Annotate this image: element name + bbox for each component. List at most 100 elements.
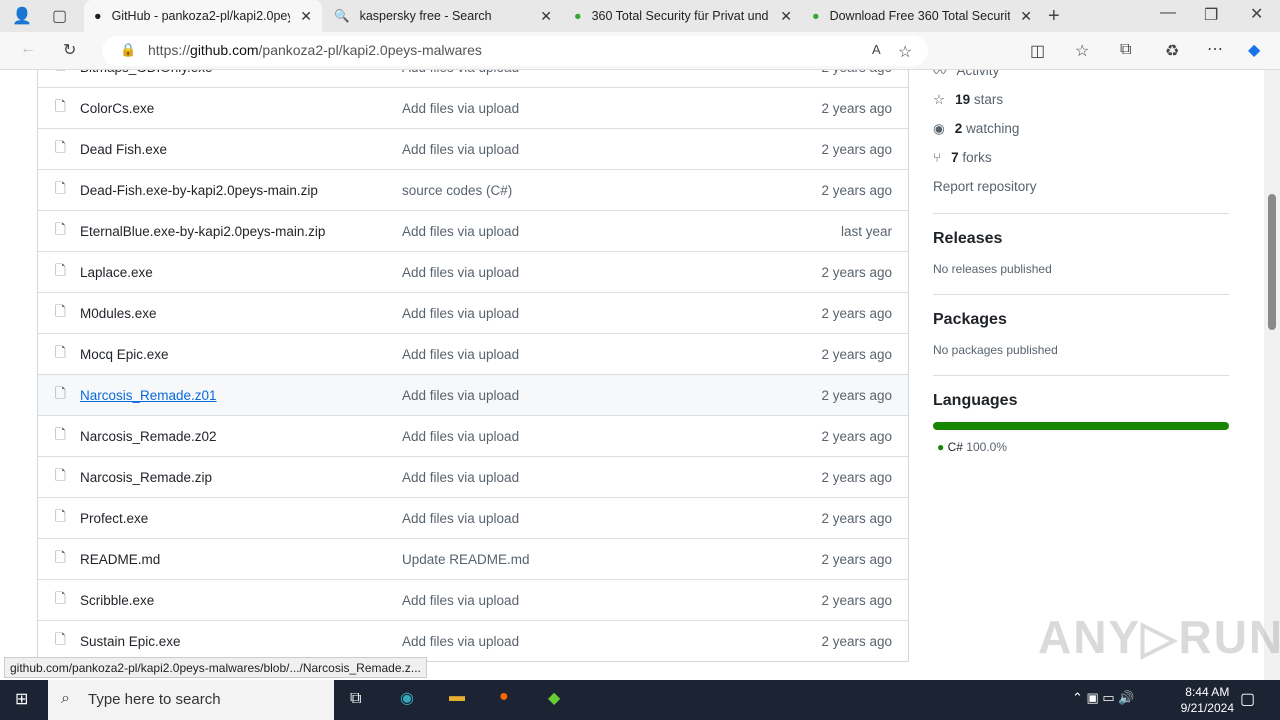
repo-sidebar: 〰 Activity ☆ 19 stars ◉ 2 watching ⑂ 7 forks… bbox=[933, 70, 1229, 454]
table-row[interactable]: 🗋 Profect.exe Add files via upload 2 years … bbox=[38, 497, 908, 538]
activity-link[interactable]: 〰 Activity bbox=[933, 70, 1229, 85]
table-row[interactable]: 🗋 M0dules.exe Add files via upload 2 years … bbox=[38, 292, 908, 333]
table-row[interactable]: 🗋 README.md Update README.md 2 years ago bbox=[38, 538, 908, 579]
commit-age: 2 years ago bbox=[821, 141, 892, 157]
language-item[interactable]: ● C# 100.0% bbox=[933, 440, 1229, 454]
commit-message-link[interactable]: Add files via upload bbox=[402, 429, 821, 444]
table-row[interactable]: 🗋 ColorCs.exe Add files via upload 2 years … bbox=[38, 87, 908, 128]
file-name-link[interactable]: README.md bbox=[80, 552, 402, 567]
table-row[interactable]: 🗋 Laplace.exe Add files via upload 2 years … bbox=[38, 251, 908, 292]
refresh-icon[interactable]: ↻ bbox=[63, 40, 76, 60]
file-explorer-icon[interactable]: ▬ bbox=[449, 688, 465, 706]
commit-message-link[interactable]: Add files via upload bbox=[402, 70, 821, 75]
file-name-link[interactable]: Profect.exe bbox=[80, 511, 402, 526]
firefox-icon[interactable]: ● bbox=[499, 688, 509, 706]
commit-message-link[interactable]: Add files via upload bbox=[402, 511, 821, 526]
favorites-icon[interactable]: ☆ bbox=[1075, 41, 1089, 61]
commit-message-link[interactable]: Update README.md bbox=[402, 552, 821, 567]
file-name-link[interactable]: Dead-Fish.exe-by-kapi2.0peys-main.zip bbox=[80, 183, 402, 198]
file-icon: 🗋 bbox=[55, 467, 66, 483]
table-row[interactable]: 🗋 Narcosis_Remade.zip Add files via upload… bbox=[38, 456, 908, 497]
tab-360-download[interactable]: ● Download Free 360 Total Security ✕ bbox=[802, 0, 1042, 32]
taskbar-search[interactable]: ⌕ Type here to search bbox=[48, 680, 334, 720]
commit-message-link[interactable]: source codes (C#) bbox=[402, 183, 821, 198]
file-name-link[interactable]: Dead Fish.exe bbox=[80, 142, 402, 157]
table-row[interactable]: 🗋 Sustain Epic.exe Add files via upload 2 y… bbox=[38, 620, 908, 661]
table-row[interactable]: 🗋 Scribble.exe Add files via upload 2 years… bbox=[38, 579, 908, 620]
file-name-link[interactable]: M0dules.exe bbox=[80, 306, 402, 321]
packages-heading[interactable]: Packages bbox=[933, 311, 1229, 329]
tab-actions-icon[interactable]: ▢ bbox=[52, 6, 67, 26]
file-name-link[interactable]: Sustain Epic.exe bbox=[80, 634, 402, 649]
collections-icon[interactable]: ⧉ bbox=[1120, 41, 1131, 59]
table-row[interactable]: 🗋 Dead-Fish.exe-by-kapi2.0peys-main.zip so… bbox=[38, 169, 908, 210]
commit-message-link[interactable]: Add files via upload bbox=[402, 634, 821, 649]
back-icon[interactable]: ← bbox=[20, 40, 36, 58]
copilot-icon[interactable]: ◆ bbox=[1248, 40, 1260, 60]
table-row[interactable]: 🗋 Narcosis_Remade.z01 Add files via upload… bbox=[38, 374, 908, 415]
windows-start-icon[interactable]: ⊞ bbox=[15, 689, 28, 709]
close-window-icon[interactable]: ✕ bbox=[1250, 4, 1263, 24]
close-tab-icon[interactable]: ✕ bbox=[1020, 8, 1032, 25]
file-name-link[interactable]: Narcosis_Remade.zip bbox=[80, 470, 402, 485]
commit-message-link[interactable]: Add files via upload bbox=[402, 265, 821, 280]
profile-icon[interactable]: 👤 bbox=[12, 6, 32, 26]
file-name-link[interactable]: EternalBlue.exe-by-kapi2.0peys-main.zip bbox=[80, 224, 402, 239]
file-name-link[interactable]: Mocq Epic.exe bbox=[80, 347, 402, 362]
table-row[interactable]: 🗋Bitmaps_GDIOnly.exeAdd files via upload… bbox=[38, 70, 908, 87]
commit-message-link[interactable]: Add files via upload bbox=[402, 142, 821, 157]
commit-age: 2 years ago bbox=[821, 70, 908, 75]
notifications-icon[interactable]: ▢ bbox=[1240, 689, 1255, 709]
commit-message-link[interactable]: Add files via upload bbox=[402, 593, 821, 608]
table-row[interactable]: 🗋 EternalBlue.exe-by-kapi2.0peys-main.zip… bbox=[38, 210, 908, 251]
forks-link[interactable]: ⑂ 7 forks bbox=[933, 143, 1229, 172]
commit-message-link[interactable]: Add files via upload bbox=[402, 470, 821, 485]
file-name-link[interactable]: ColorCs.exe bbox=[80, 101, 402, 116]
stars-link[interactable]: ☆ 19 stars bbox=[933, 85, 1229, 114]
360-icon: ● bbox=[574, 9, 582, 23]
close-tab-icon[interactable]: ✕ bbox=[540, 8, 552, 25]
extension-icon[interactable]: ♻ bbox=[1165, 41, 1179, 61]
watching-link[interactable]: ◉ 2 watching bbox=[933, 114, 1229, 143]
file-icon: 🗋 bbox=[55, 221, 66, 237]
commit-message-link[interactable]: Add files via upload bbox=[402, 224, 841, 239]
url-input[interactable]: 🔒 https://github.com/pankoza2-pl/kapi2.0… bbox=[102, 36, 928, 66]
report-repository-link[interactable]: Report repository bbox=[933, 172, 1229, 201]
360-app-icon[interactable]: ◆ bbox=[548, 688, 560, 708]
file-name-link[interactable]: Narcosis_Remade.z01 bbox=[80, 388, 402, 403]
languages-section: Languages ● C# 100.0% bbox=[933, 375, 1229, 454]
tab-kaspersky[interactable]: 🔍 kaspersky free - Search ✕ bbox=[324, 0, 562, 32]
commit-message-link[interactable]: Add files via upload bbox=[402, 101, 821, 116]
file-name-link[interactable]: Narcosis_Remade.z02 bbox=[80, 429, 402, 444]
table-row[interactable]: 🗋 Narcosis_Remade.z02 Add files via upload… bbox=[38, 415, 908, 456]
file-name-link[interactable]: Bitmaps_GDIOnly.exe bbox=[80, 70, 402, 75]
table-row[interactable]: 🗋 Mocq Epic.exe Add files via upload 2 year… bbox=[38, 333, 908, 374]
minimize-icon[interactable]: — bbox=[1160, 4, 1176, 22]
commit-message-link[interactable]: Add files via upload bbox=[402, 388, 821, 403]
commit-age: 2 years ago bbox=[821, 469, 892, 485]
new-tab-icon[interactable]: + bbox=[1048, 5, 1060, 28]
scrollbar-thumb[interactable] bbox=[1268, 194, 1276, 330]
releases-section: Releases No releases published bbox=[933, 213, 1229, 276]
file-name-link[interactable]: Laplace.exe bbox=[80, 265, 402, 280]
clock[interactable]: 8:44 AM 9/21/2024 bbox=[1181, 684, 1234, 716]
table-row[interactable]: 🗋 Dead Fish.exe Add files via upload 2 year… bbox=[38, 128, 908, 169]
read-aloud-icon[interactable]: A bbox=[872, 42, 881, 57]
close-tab-icon[interactable]: ✕ bbox=[300, 8, 312, 25]
restore-icon[interactable]: ❐ bbox=[1204, 5, 1218, 25]
tab-github[interactable]: ● GitHub - pankoza2-pl/kapi2.0peys ✕ bbox=[84, 0, 322, 32]
task-view-icon[interactable]: ⧉ bbox=[350, 690, 361, 708]
tab-360[interactable]: ● 360 Total Security für Privat und G ✕ bbox=[564, 0, 802, 32]
more-icon[interactable]: ⋯ bbox=[1207, 39, 1223, 59]
edge-icon[interactable]: ◉ bbox=[400, 688, 414, 708]
scrollbar[interactable] bbox=[1264, 70, 1280, 680]
file-table: 🗋Bitmaps_GDIOnly.exeAdd files via upload… bbox=[37, 70, 909, 662]
close-tab-icon[interactable]: ✕ bbox=[780, 8, 792, 25]
favorite-icon[interactable]: ☆ bbox=[898, 42, 912, 62]
tray-icons[interactable]: ⌃ ▣ ▭ 🔊 bbox=[1072, 690, 1134, 706]
split-screen-icon[interactable]: ◫ bbox=[1030, 41, 1045, 61]
commit-message-link[interactable]: Add files via upload bbox=[402, 347, 821, 362]
file-name-link[interactable]: Scribble.exe bbox=[80, 593, 402, 608]
commit-message-link[interactable]: Add files via upload bbox=[402, 306, 821, 321]
releases-heading[interactable]: Releases bbox=[933, 230, 1229, 248]
